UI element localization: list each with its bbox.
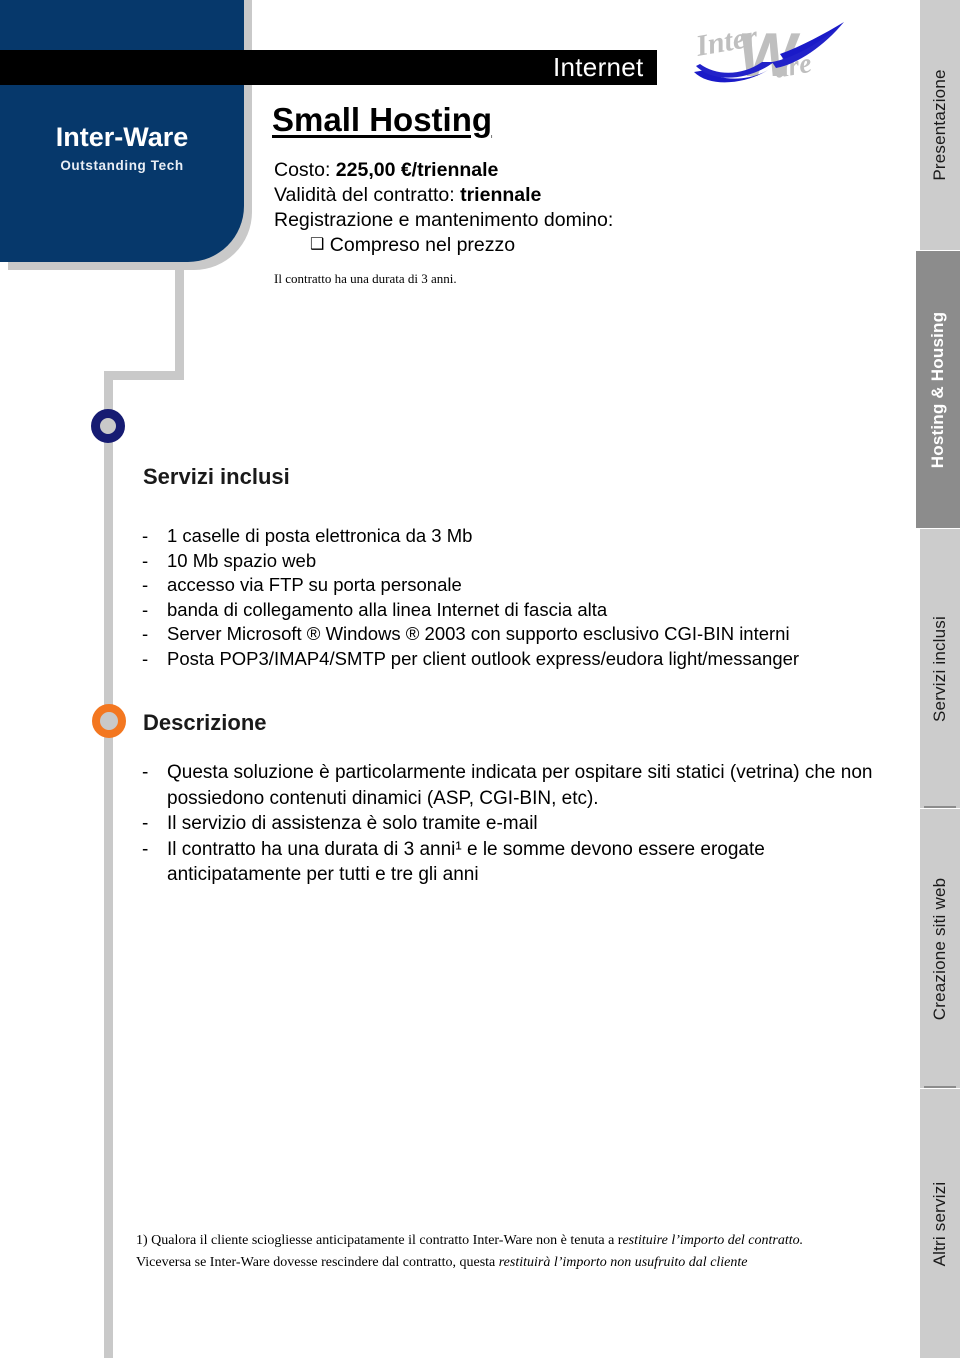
sidebar-item-label: Hosting & Housing xyxy=(928,311,947,468)
footnote-line-2: Viceversa se Inter-Ware dovesse rescinde… xyxy=(136,1252,876,1274)
section-heading-descrizione: Descrizione xyxy=(143,710,267,735)
header-band-label: Internet xyxy=(553,52,644,82)
bullet-dash: - xyxy=(142,598,149,620)
brand-panel: Inter-Ware Outstanding Tech xyxy=(0,0,244,262)
bullet-text: Server Microsoft ® Windows ® 2003 con su… xyxy=(167,623,790,644)
page-title: Small Hosting xyxy=(272,101,493,138)
bullet-text: Questa soluzione è particolarmente indic… xyxy=(167,762,873,809)
bullet-text: Il servizio di assistenza è solo tramite… xyxy=(167,813,538,834)
sidebar-item-label: Servizi inclusi xyxy=(930,615,949,722)
footnote-line-2-plain: Viceversa se Inter-Ware dovesse rescinde… xyxy=(136,1255,499,1270)
list-item: - 10 Mb spazio web xyxy=(142,549,902,574)
offer-validity-value: triennale xyxy=(460,184,542,206)
bullet-dash: - xyxy=(142,549,149,571)
list-item: - Posta POP3/IMAP4/SMTP per client outlo… xyxy=(142,647,902,672)
sidebar-item-creazione-siti-web[interactable]: Creazione siti web xyxy=(920,808,960,1088)
offer-domain-option-line: ❑ Compreso nel prezzo xyxy=(274,233,834,258)
bullet-dash: - xyxy=(142,762,149,783)
bullet-text: 10 Mb spazio web xyxy=(167,549,317,571)
offer-cost-value: 225,00 €/triennale xyxy=(335,159,499,181)
list-item: - banda di collegamento alla linea Inter… xyxy=(142,598,902,623)
bullet-text: Il contratto ha una durata di 3 anni¹ e … xyxy=(167,838,765,886)
list-item: - Il contratto ha una durata di 3 anni¹ … xyxy=(142,837,882,888)
offer-cost-line: Costo: 225,00 €/triennale xyxy=(274,158,834,183)
bullet-text: banda di collegamento alla linea Interne… xyxy=(167,598,608,620)
offer-note: Il contratto ha una durata di 3 anni. xyxy=(274,271,457,286)
sidebar-tabs: Presentazione Hosting & Housing Servizi … xyxy=(916,0,960,1358)
offer-domain-line: Registrazione e mantenimento domino: xyxy=(274,209,614,231)
bullet-dash: - xyxy=(142,838,149,860)
checkbox-icon: ❑ xyxy=(310,234,325,253)
offer-meta: Costo: 225,00 €/triennale Validità del c… xyxy=(274,158,834,258)
bullet-text: 1 caselle di posta elettronica da 3 Mb xyxy=(167,525,473,546)
footnote-line-1: 1) Qualora il cliente sciogliesse antici… xyxy=(136,1230,876,1252)
sidebar-item-label: Altri servizi xyxy=(930,1181,949,1266)
list-item: - 1 caselle di posta elettronica da 3 Mb xyxy=(142,524,902,549)
bullet-dash: - xyxy=(142,623,149,644)
sidebar-item-servizi-inclusi[interactable]: Servizi inclusi xyxy=(920,528,960,808)
offer-validity-label: Validità del contratto: xyxy=(274,184,455,206)
sidebar-item-hosting-housing[interactable]: Hosting & Housing xyxy=(916,250,960,528)
connector-rail-vertical-top xyxy=(175,262,184,380)
footnote-line-1-plain: 1) Qualora il cliente sciogliesse antici… xyxy=(136,1233,623,1248)
footnote-line-2-italic: restituirà l’importo non usufruito dal c… xyxy=(498,1255,748,1270)
offer-cost-label: Costo: xyxy=(274,159,331,181)
inter-ware-swoosh-logo-icon: Inter are W xyxy=(684,4,860,96)
footnote: 1) Qualora il cliente sciogliesse antici… xyxy=(136,1230,876,1274)
offer-domain-option: Compreso nel prezzo xyxy=(329,234,516,256)
connector-rail-vertical-main xyxy=(104,371,113,1358)
connector-rail-horizontal xyxy=(104,371,184,380)
bullet-dash: - xyxy=(142,525,149,546)
bullet-dash: - xyxy=(142,574,149,595)
footnote-line-1-italic: estituire l’importo del contratto. xyxy=(622,1233,804,1248)
ring-marker-icon-descrizione xyxy=(92,704,126,738)
brand-tagline: Outstanding Tech xyxy=(60,158,184,173)
bullet-dash: - xyxy=(142,813,149,834)
bullet-text: accesso via FTP su porta personale xyxy=(167,574,462,595)
sidebar-item-presentazione[interactable]: Presentazione xyxy=(920,0,960,250)
offer-validity-line: Validità del contratto: triennale xyxy=(274,183,834,208)
ring-marker-icon-servizi xyxy=(91,409,125,443)
bullet-dash: - xyxy=(142,647,149,669)
list-item: - Il servizio di assistenza è solo trami… xyxy=(142,811,882,837)
list-item: - Server Microsoft ® Windows ® 2003 con … xyxy=(142,622,902,647)
bullet-list-descrizione: - Questa soluzione è particolarmente ind… xyxy=(142,760,882,888)
section-heading-servizi-inclusi: Servizi inclusi xyxy=(143,464,290,489)
slide-page: Inter-Ware Outstanding Tech Internet Int… xyxy=(0,0,960,1358)
sidebar-item-label: Presentazione xyxy=(930,69,949,181)
brand-name: Inter-Ware xyxy=(55,122,189,152)
list-item: - accesso via FTP su porta personale xyxy=(142,573,902,598)
sidebar-item-label: Creazione siti web xyxy=(930,877,949,1020)
sidebar-item-altri-servizi[interactable]: Altri servizi xyxy=(920,1088,960,1358)
list-item: - Questa soluzione è particolarmente ind… xyxy=(142,760,882,811)
bullet-list-servizi-inclusi: - 1 caselle di posta elettronica da 3 Mb… xyxy=(142,524,902,671)
bullet-text: Posta POP3/IMAP4/SMTP per client outlook… xyxy=(167,647,800,669)
